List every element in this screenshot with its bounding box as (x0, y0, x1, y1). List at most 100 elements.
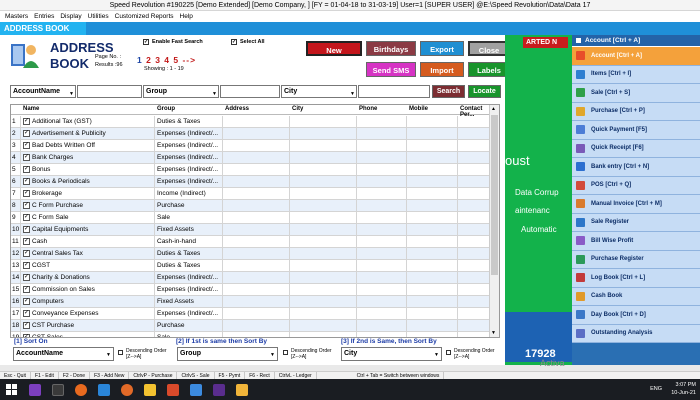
row-checkbox[interactable]: ✓ (23, 189, 30, 197)
table-row[interactable]: 7 ✓ Brokerage Income (Indirect) (11, 188, 491, 200)
search-input-3[interactable] (358, 85, 430, 98)
locate-button[interactable]: Locate (468, 85, 501, 98)
select-all-checkbox-box[interactable]: ✓ (231, 39, 237, 45)
sidebar-item[interactable]: POS [Ctrl + Q] (572, 176, 700, 195)
row-checkbox[interactable]: ✓ (23, 201, 30, 209)
sidebar-item[interactable]: Bank entry [Ctrl + N] (572, 158, 700, 177)
other-pages[interactable]: 2 3 4 5 --> (146, 55, 196, 65)
table-row[interactable]: 15 ✓ Commission on Sales Expenses (Indirect… (11, 284, 491, 296)
menu-utilities[interactable]: Utilities (85, 11, 112, 22)
import-button[interactable]: Import (420, 62, 464, 77)
sidebar-item[interactable]: Quick Payment [F5] (572, 121, 700, 140)
new-button[interactable]: New (306, 41, 362, 56)
file-explorer-icon[interactable] (144, 383, 156, 396)
col-header-mobile[interactable]: Mobile (409, 106, 428, 112)
language-indicator[interactable]: ENG (650, 386, 662, 392)
scroll-up-arrow-icon[interactable]: ▲ (491, 106, 496, 112)
scrollbar-thumb[interactable] (491, 115, 498, 275)
row-checkbox[interactable]: ✓ (23, 285, 30, 293)
row-checkbox[interactable]: ✓ (23, 297, 30, 305)
sidebar-item[interactable]: Cash Book (572, 287, 700, 306)
birthdays-button[interactable]: Birthdays (366, 41, 416, 56)
select-all-checkbox[interactable]: ✓ Select All (231, 39, 265, 45)
row-checkbox[interactable]: ✓ (23, 165, 30, 173)
app-icon-2[interactable] (190, 383, 202, 396)
close-button[interactable]: Close (468, 41, 510, 56)
scroll-down-arrow-icon[interactable]: ▼ (491, 330, 496, 336)
sidebar-item[interactable]: Log Book [Ctrl + L] (572, 269, 700, 288)
current-page[interactable]: 1 (137, 55, 143, 65)
descending-checkbox-3-box[interactable] (446, 350, 451, 355)
menu-customized-reports[interactable]: Customized Reports (112, 11, 177, 22)
search-field-city[interactable]: City ▼ (281, 85, 357, 98)
sidebar-item[interactable]: Purchase [Ctrl + P] (572, 102, 700, 121)
photos-icon[interactable] (98, 383, 110, 396)
menu-display[interactable]: Display (57, 11, 84, 22)
visual-studio-icon[interactable] (29, 383, 41, 396)
table-row[interactable]: 3 ✓ Bad Debts Written Off Expenses (Indirec… (11, 140, 491, 152)
row-checkbox[interactable]: ✓ (23, 237, 30, 245)
table-row[interactable]: 14 ✓ Charity & Donations Expenses (Indirect… (11, 272, 491, 284)
window-icon[interactable] (52, 383, 64, 396)
search-input-1[interactable] (77, 85, 142, 98)
row-checkbox[interactable]: ✓ (23, 249, 30, 257)
table-row[interactable]: 1 ✓ Additional Tax (GST) Duties & Taxes (11, 116, 491, 128)
col-header-name[interactable]: Name (23, 106, 39, 112)
table-row[interactable]: 17 ✓ Conveyance Expenses Expenses (Indirect… (11, 308, 491, 320)
col-header-phone[interactable]: Phone (359, 106, 377, 112)
row-checkbox[interactable]: ✓ (23, 213, 30, 221)
grid-vertical-scrollbar[interactable]: ▲ ▼ (489, 105, 499, 337)
sidebar-item[interactable]: Bill Wise Profit (572, 232, 700, 251)
row-checkbox[interactable]: ✓ (23, 273, 30, 281)
sidebar-item[interactable]: Account [Ctrl + A] (572, 47, 700, 66)
labels-button[interactable]: Labels (468, 62, 510, 77)
sidebar-header[interactable]: Account [Ctrl + A] (572, 35, 700, 47)
descending-checkbox-3[interactable]: Descending Order [Z-->A] (446, 348, 495, 360)
sidebar-item[interactable]: Items [Ctrl + I] (572, 65, 700, 84)
row-checkbox[interactable]: ✓ (23, 129, 30, 137)
row-checkbox[interactable]: ✓ (23, 225, 30, 233)
table-row[interactable]: 16 ✓ Computers Fixed Assets (11, 296, 491, 308)
table-row[interactable]: 13 ✓ CGST Duties & Taxes (11, 260, 491, 272)
app-icon-3[interactable] (213, 383, 225, 396)
windows-start-icon[interactable] (6, 383, 18, 396)
table-row[interactable]: 12 ✓ Central Sales Tax Duties & Taxes (11, 248, 491, 260)
row-checkbox[interactable]: ✓ (23, 117, 30, 125)
row-checkbox[interactable]: ✓ (23, 309, 30, 317)
table-row[interactable]: 10 ✓ Capital Equipments Fixed Assets (11, 224, 491, 236)
firefox-icon-2[interactable] (121, 383, 133, 396)
row-checkbox[interactable]: ✓ (23, 321, 30, 329)
menu-entries[interactable]: Entries (31, 11, 57, 22)
col-header-address[interactable]: Address (225, 106, 249, 112)
descending-checkbox-1-box[interactable] (118, 350, 123, 355)
search-button[interactable]: Search (432, 85, 465, 98)
table-row[interactable]: 9 ✓ C Form Sale Sale (11, 212, 491, 224)
row-checkbox[interactable]: ✓ (23, 153, 30, 161)
table-row[interactable]: 4 ✓ Bank Charges Expenses (Indirect/... (11, 152, 491, 164)
descending-checkbox-2[interactable]: Descending Order [Z-->A] (283, 348, 332, 360)
send-sms-button[interactable]: Send SMS (366, 62, 416, 77)
menu-masters[interactable]: Masters (2, 11, 31, 22)
sidebar-item[interactable]: Purchase Register (572, 250, 700, 269)
fast-search-checkbox-box[interactable]: ✓ (143, 39, 149, 45)
table-row[interactable]: 5 ✓ Bonus Expenses (Indirect/... (11, 164, 491, 176)
sidebar-item[interactable]: Quick Receipt [F6] (572, 139, 700, 158)
row-checkbox[interactable]: ✓ (23, 177, 30, 185)
menu-help[interactable]: Help (177, 11, 196, 22)
app-icon[interactable] (167, 383, 179, 396)
sidebar-item[interactable]: Sale [Ctrl + S] (572, 84, 700, 103)
sidebar-item[interactable]: Day Book [Ctrl + D] (572, 306, 700, 325)
sort-select-1[interactable]: AccountName ▼ (13, 347, 114, 361)
firefox-icon[interactable] (75, 383, 87, 396)
app-icon-4[interactable] (236, 383, 248, 396)
fast-search-checkbox[interactable]: ✓ Enable Fast Search (143, 39, 203, 45)
sidebar-item[interactable]: Outstanding Analysis (572, 324, 700, 343)
tab-address-book[interactable]: ADDRESS BOOK (0, 22, 86, 35)
descending-checkbox-1[interactable]: Descending Order [Z-->A] (118, 348, 167, 360)
table-row[interactable]: 6 ✓ Books & Periodicals Expenses (Indirect/… (11, 176, 491, 188)
pagination[interactable]: 1 2 3 4 5 --> (137, 55, 196, 65)
search-field-group[interactable]: Group ▼ (143, 85, 219, 98)
search-field-account-name[interactable]: AccountName ▼ (10, 85, 76, 98)
export-button[interactable]: Export (420, 41, 464, 56)
row-checkbox[interactable]: ✓ (23, 141, 30, 149)
